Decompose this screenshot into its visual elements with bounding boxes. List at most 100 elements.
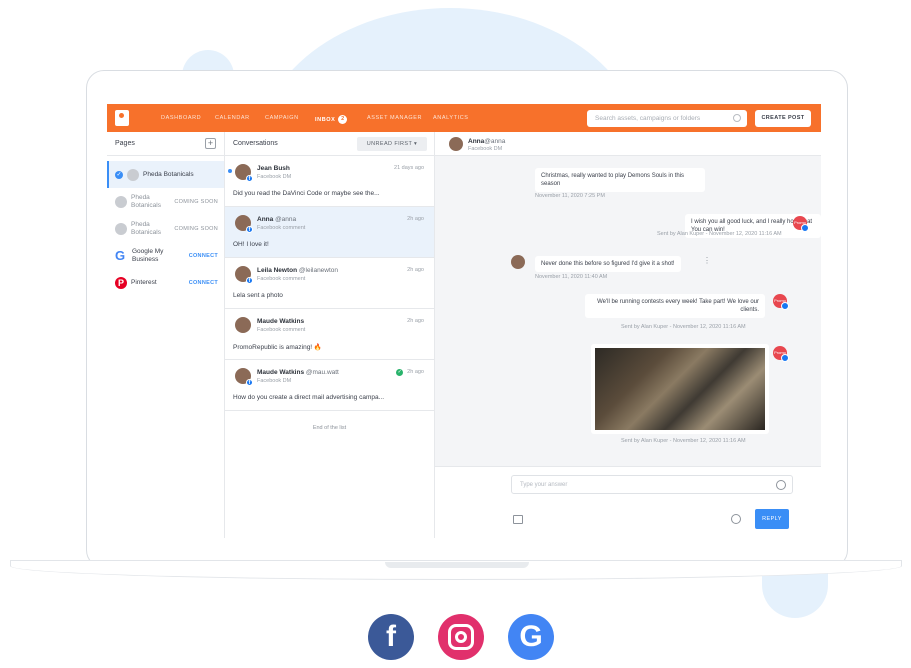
coming-soon-badge: COMING SOON bbox=[174, 198, 218, 205]
chat-contact-source: Facebook DM bbox=[468, 146, 503, 152]
nav-inbox[interactable]: INBOX 2 bbox=[315, 115, 348, 124]
create-post-button[interactable]: CREATE POST bbox=[755, 110, 811, 127]
conversation-preview: Did you read the DaVinci Code or maybe s… bbox=[233, 190, 380, 197]
conversations-title: Conversations bbox=[233, 140, 278, 147]
brand-avatar: Promo bbox=[773, 294, 789, 310]
logo-icon[interactable] bbox=[115, 110, 129, 126]
unread-first-label: UNREAD FIRST bbox=[366, 141, 413, 147]
app-screen: DASHBOARD CALENDAR CAMPAIGN INBOX 2 ASSET… bbox=[107, 104, 821, 538]
coming-soon-badge: COMING SOON bbox=[174, 225, 218, 232]
top-nav: DASHBOARD CALENDAR CAMPAIGN INBOX 2 ASSET… bbox=[107, 104, 821, 132]
page-item-pinterest[interactable]: P Pinterest CONNECT bbox=[107, 269, 224, 296]
more-options-icon[interactable]: ⋮ bbox=[703, 256, 711, 265]
message-time: Sent by Alan Kuper - November 12, 2020 1… bbox=[657, 231, 782, 237]
page-item-google[interactable]: G Google My Business CONNECT bbox=[107, 242, 224, 269]
conversation-source: Facebook comment bbox=[257, 276, 306, 282]
answer-placeholder: Type your answer bbox=[520, 482, 568, 488]
conversation-time: ✓ 2h ago bbox=[396, 369, 424, 376]
facebook-icon: f bbox=[246, 379, 253, 386]
google-icon: G bbox=[508, 614, 554, 660]
conversation-item[interactable]: f Anna @anna Facebook comment 2h ago OH!… bbox=[225, 207, 434, 258]
chevron-down-icon: ▾ bbox=[414, 141, 418, 147]
chat-contact-name: Anna@anna bbox=[468, 138, 506, 145]
conversation-source: Facebook comment bbox=[257, 225, 306, 231]
image-attach-icon[interactable] bbox=[513, 515, 523, 524]
message-bubble: We'll be running contests every week! Ta… bbox=[585, 294, 765, 319]
reply-button[interactable]: REPLY bbox=[755, 509, 789, 529]
pages-header: Pages + bbox=[107, 132, 224, 156]
message-bubble: Christmas, really wanted to play Demons … bbox=[535, 168, 705, 193]
page-label: Pheda Botanicals bbox=[143, 170, 194, 178]
facebook-icon: f bbox=[246, 226, 253, 233]
conversation-time: 2h ago bbox=[407, 267, 424, 273]
end-of-list: End of the list bbox=[312, 425, 347, 431]
page-item-pheda[interactable]: ✓ Pheda Botanicals bbox=[107, 161, 224, 188]
page-label: Pheda Botanicals bbox=[131, 220, 161, 236]
conversation-item[interactable]: f Maude Watkins @mau.watt Facebook DM ✓ 2… bbox=[225, 360, 434, 411]
unread-first-dropdown[interactable]: UNREAD FIRST ▾ bbox=[357, 137, 427, 151]
avatar bbox=[449, 137, 463, 151]
message-time: Sent by Alan Kuper - November 12, 2020 1… bbox=[621, 324, 746, 330]
conversation-source: Facebook DM bbox=[257, 174, 292, 180]
message-time: November 11, 2020 7:25 PM bbox=[535, 193, 605, 199]
conversation-name: Maude Watkins bbox=[257, 318, 305, 325]
conversation-source: Facebook DM bbox=[257, 378, 292, 384]
conversation-preview: PromoRepublic is amazing! 🔥 bbox=[233, 344, 323, 351]
pinterest-icon: P bbox=[115, 276, 127, 289]
page-label: Pinterest bbox=[131, 278, 157, 286]
conversation-name: Maude Watkins @mau.watt bbox=[257, 369, 339, 376]
conversation-name: Anna @anna bbox=[257, 216, 297, 223]
unread-dot-icon bbox=[228, 169, 232, 173]
message-bubble: Never done this before so figured I'd gi… bbox=[535, 256, 681, 273]
facebook-icon: f bbox=[368, 614, 414, 660]
facebook-icon: f bbox=[246, 277, 253, 284]
nav-calendar[interactable]: CALENDAR bbox=[215, 115, 250, 121]
restaurant-photo bbox=[595, 348, 765, 430]
avatar bbox=[115, 222, 127, 235]
answer-input[interactable]: Type your answer bbox=[511, 475, 793, 494]
search-icon bbox=[733, 114, 741, 122]
search-placeholder: Search assets, campaigns or folders bbox=[595, 115, 701, 122]
page-label: Pheda Botanicals bbox=[131, 193, 161, 209]
nav-asset-manager[interactable]: ASSET MANAGER bbox=[367, 115, 422, 121]
replied-check-icon: ✓ bbox=[396, 369, 404, 376]
conversation-source: Facebook comment bbox=[257, 327, 306, 333]
connect-button[interactable]: CONNECT bbox=[189, 253, 218, 259]
conversation-preview: How do you create a direct mail advertis… bbox=[233, 394, 385, 401]
avatar bbox=[235, 317, 251, 333]
brand-avatar: Promo bbox=[773, 346, 789, 362]
page-item-pheda[interactable]: Pheda Botanicals COMING SOON bbox=[107, 215, 224, 242]
nav-inbox-label: INBOX bbox=[315, 116, 336, 123]
page-label: Google My Business bbox=[132, 247, 164, 263]
laptop-notch bbox=[385, 562, 529, 568]
conversations-header: Conversations UNREAD FIRST ▾ bbox=[225, 132, 434, 156]
nav-dashboard[interactable]: DASHBOARD bbox=[161, 115, 201, 121]
selected-check-icon: ✓ bbox=[115, 170, 123, 179]
nav-campaign[interactable]: CAMPAIGN bbox=[265, 115, 299, 121]
chat-header: Anna@anna Facebook DM bbox=[435, 132, 821, 156]
avatar bbox=[115, 195, 127, 208]
marketing-hero: DASHBOARD CALENDAR CAMPAIGN INBOX 2 ASSET… bbox=[0, 0, 911, 668]
conversation-item[interactable]: f Leila Newton @leilanewton Facebook com… bbox=[225, 258, 434, 309]
avatar bbox=[511, 255, 525, 269]
brand-avatar: Promo bbox=[793, 216, 809, 232]
approve-icon[interactable] bbox=[731, 514, 741, 524]
conversations-panel: Conversations UNREAD FIRST ▾ f Jean Bush… bbox=[225, 132, 435, 538]
search-input[interactable]: Search assets, campaigns or folders bbox=[587, 110, 747, 127]
connect-button[interactable]: CONNECT bbox=[189, 280, 218, 286]
conversation-item[interactable]: f Jean Bush Facebook DM 21 days ago Did … bbox=[225, 156, 434, 207]
conversation-preview: OH! I love it! bbox=[233, 241, 269, 248]
add-page-icon[interactable]: + bbox=[205, 138, 216, 149]
pages-title: Pages bbox=[115, 140, 135, 147]
message-photo[interactable] bbox=[591, 344, 769, 434]
pages-panel: Pages + ✓ Pheda Botanicals Pheda Botanic… bbox=[107, 132, 225, 538]
nav-analytics[interactable]: ANALYTICS bbox=[433, 115, 469, 121]
chat-panel: Anna@anna Facebook DM Christmas, really … bbox=[435, 132, 821, 538]
conversation-time: 2h ago bbox=[407, 318, 424, 324]
conversation-item[interactable]: Maude Watkins Facebook comment 2h ago Pr… bbox=[225, 309, 434, 360]
page-item-pheda[interactable]: Pheda Botanicals COMING SOON bbox=[107, 188, 224, 215]
emoji-icon[interactable] bbox=[776, 480, 786, 490]
message-time: Sent by Alan Kuper - November 12, 2020 1… bbox=[621, 438, 746, 444]
google-icon: G bbox=[115, 248, 126, 263]
facebook-icon: f bbox=[246, 175, 253, 182]
